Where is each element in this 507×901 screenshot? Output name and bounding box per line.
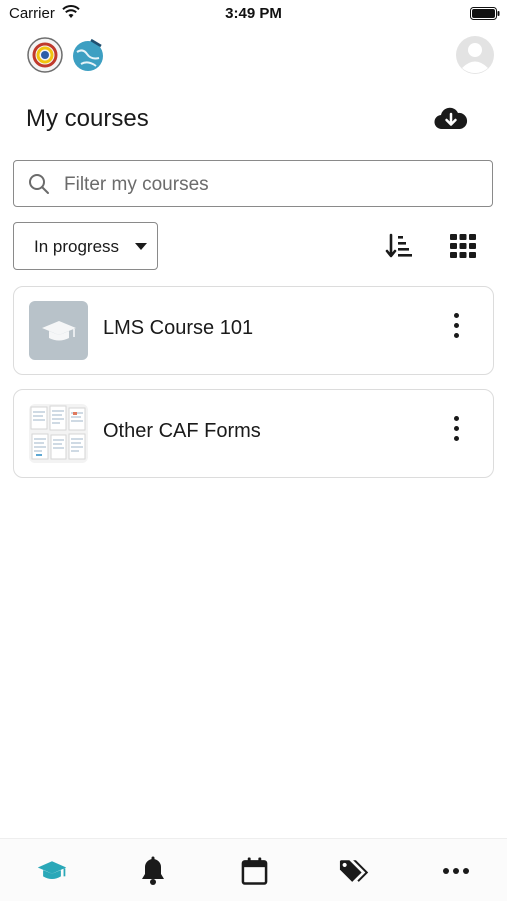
battery-icon xyxy=(470,7,500,20)
more-icon xyxy=(443,868,469,874)
course-name: Other CAF Forms xyxy=(103,420,261,442)
course-filter-select[interactable]: In progress xyxy=(13,222,158,270)
tab-notifications[interactable] xyxy=(133,851,173,891)
title-row: My courses xyxy=(0,100,507,140)
search-input[interactable] xyxy=(62,167,486,203)
grid-view-button[interactable] xyxy=(449,233,477,259)
course-card[interactable]: Other CAF Forms xyxy=(13,389,494,478)
tab-tags[interactable] xyxy=(335,851,375,891)
course-options-button[interactable] xyxy=(442,311,470,341)
graduation-cap-icon xyxy=(42,321,76,341)
course-options-button[interactable] xyxy=(442,414,470,444)
tab-my-courses[interactable] xyxy=(32,851,72,891)
user-avatar[interactable] xyxy=(455,35,495,75)
grid-icon xyxy=(450,234,476,258)
sort-button[interactable] xyxy=(384,231,414,261)
course-name: LMS Course 101 xyxy=(103,317,254,339)
search-box xyxy=(13,160,493,207)
course-thumbnail xyxy=(29,301,88,360)
page-title: My courses xyxy=(26,105,149,132)
chevron-down-icon xyxy=(135,243,147,250)
tab-calendar[interactable] xyxy=(234,851,274,891)
bottom-tab-bar xyxy=(0,838,507,901)
institution-logo xyxy=(27,37,63,73)
course-thumbnail xyxy=(29,404,88,463)
sort-amount-down-icon xyxy=(385,233,412,258)
cloud-download-icon xyxy=(434,107,468,130)
calendar-icon xyxy=(241,857,267,885)
globe-logo xyxy=(73,38,103,71)
graduation-cap-icon xyxy=(37,861,67,879)
bell-icon xyxy=(142,856,164,885)
tags-icon xyxy=(339,859,369,882)
document-collage-image xyxy=(30,405,86,460)
search-icon xyxy=(29,174,49,194)
tab-more[interactable] xyxy=(436,851,476,891)
course-card[interactable]: LMS Course 101 xyxy=(13,286,494,375)
clock: 3:49 PM xyxy=(225,5,282,22)
status-bar: Carrier 3:49 PM xyxy=(0,0,507,28)
filter-selected-value: In progress xyxy=(34,237,120,256)
download-button[interactable] xyxy=(434,103,468,135)
